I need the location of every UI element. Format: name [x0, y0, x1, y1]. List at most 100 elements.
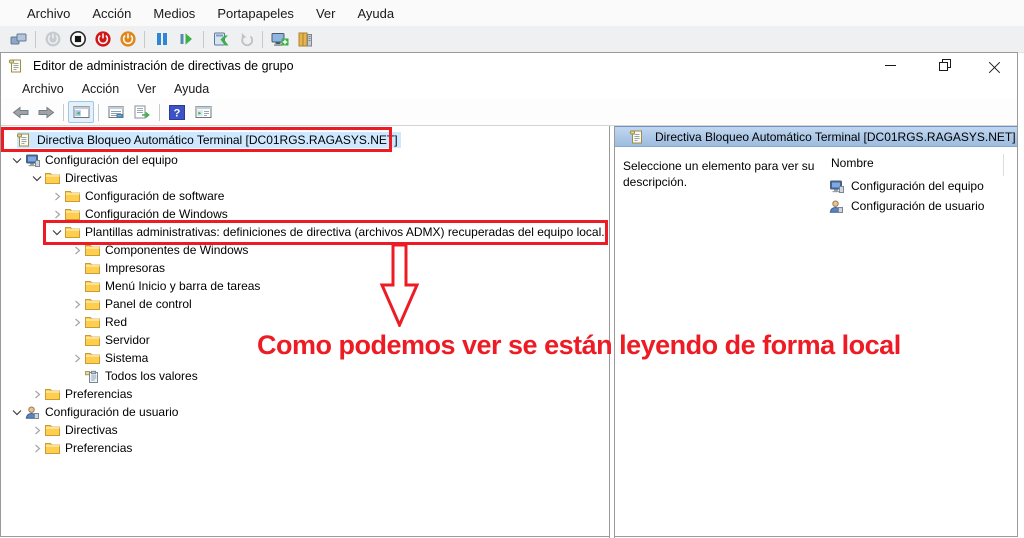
menu-item-ver[interactable]: Ver: [128, 82, 165, 96]
shutdown-icon[interactable]: [115, 28, 140, 50]
window-title: Editor de administración de directivas d…: [33, 58, 294, 73]
tree-item-content: Componentes de Windows: [85, 242, 251, 258]
restore-button[interactable]: [920, 53, 965, 78]
list-item[interactable]: Configuración de usuario: [829, 196, 984, 216]
ctrl-alt-del-icon[interactable]: [6, 28, 31, 50]
menu-item-medios[interactable]: Medios: [142, 0, 206, 26]
tree-item[interactable]: Red: [1, 313, 609, 331]
folder-icon: [85, 280, 102, 292]
menu-item-acción[interactable]: Acción: [73, 82, 129, 96]
tree-item[interactable]: Preferencias: [1, 385, 609, 403]
show-action-pane-icon[interactable]: [190, 101, 216, 123]
vm-menubar: Archivo Acción Medios Portapapeles Ver Ayuda: [0, 0, 1024, 26]
toolbar-separator: [262, 30, 263, 48]
menu-item-archivo[interactable]: Archivo: [13, 82, 73, 96]
menu-item-portapapeles[interactable]: Portapapeles: [206, 0, 305, 26]
chevron-down-icon[interactable]: [9, 408, 25, 417]
tree-item[interactable]: Sistema: [1, 349, 609, 367]
tree-item[interactable]: Configuración de Windows: [1, 205, 609, 223]
back-icon[interactable]: [7, 101, 33, 123]
menu-item-acción[interactable]: Acción: [81, 0, 142, 26]
tree-item[interactable]: Directiva Bloqueo Automático Terminal [D…: [1, 129, 609, 151]
tree-item[interactable]: Impresoras: [1, 259, 609, 277]
help-icon[interactable]: ?: [164, 101, 190, 123]
chevron-right-icon[interactable]: [69, 354, 85, 363]
folder-icon: [85, 352, 102, 364]
revert-icon: [233, 28, 258, 50]
chevron-right-icon[interactable]: [69, 318, 85, 327]
tree-item[interactable]: Preferencias: [1, 439, 609, 457]
export-list-icon[interactable]: [129, 101, 155, 123]
server-icon[interactable]: [292, 28, 317, 50]
tree-item[interactable]: Configuración de usuario: [1, 403, 609, 421]
chevron-down-icon[interactable]: [9, 156, 25, 165]
tree-item-content: Preferencias: [45, 386, 135, 402]
menu-item-ver[interactable]: Ver: [305, 0, 347, 26]
tree-item-label: Plantillas administrativas: definiciones…: [85, 225, 605, 239]
folder-icon: [85, 316, 102, 328]
tree-item[interactable]: Directivas: [1, 421, 609, 439]
checkpoint-icon[interactable]: [208, 28, 233, 50]
tree-item[interactable]: Plantillas administrativas: definiciones…: [1, 223, 609, 241]
tree-item[interactable]: Configuración del equipo: [1, 151, 609, 169]
tree-item-label: Menú Inicio y barra de tareas: [105, 279, 261, 293]
toolbar-separator: [98, 103, 99, 121]
properties-icon[interactable]: [103, 101, 129, 123]
chevron-right-icon[interactable]: [29, 444, 45, 453]
resume-icon[interactable]: [174, 28, 199, 50]
chevron-right-icon[interactable]: [69, 246, 85, 255]
tree-item-label: Red: [105, 315, 128, 329]
tree-item-content: Servidor: [85, 332, 153, 348]
column-header-nombre[interactable]: Nombre: [831, 156, 874, 170]
tree-item-label: Directiva Bloqueo Automático Terminal [D…: [37, 133, 398, 147]
stop-icon[interactable]: [65, 28, 90, 50]
minimize-button[interactable]: [868, 53, 913, 78]
tree-item[interactable]: Servidor: [1, 331, 609, 349]
tree-item[interactable]: Componentes de Windows: [1, 241, 609, 259]
turn-off-icon[interactable]: [90, 28, 115, 50]
forward-icon[interactable]: [33, 101, 59, 123]
start-icon: [40, 28, 65, 50]
tree-item[interactable]: Menú Inicio y barra de tareas: [1, 277, 609, 295]
computer-icon: [829, 180, 847, 193]
results-pane-header: Directiva Bloqueo Automático Terminal [D…: [615, 126, 1017, 147]
tree-item[interactable]: Directivas: [1, 169, 609, 187]
editor-titlebar[interactable]: Editor de administración de directivas d…: [1, 53, 1017, 78]
menu-item-archivo[interactable]: Archivo: [16, 0, 81, 26]
chevron-right-icon[interactable]: [29, 426, 45, 435]
chevron-right-icon[interactable]: [29, 390, 45, 399]
chevron-right-icon[interactable]: [49, 192, 65, 201]
editor-menubar: Archivo Acción Ver Ayuda: [1, 78, 1017, 99]
close-button[interactable]: [972, 53, 1017, 78]
pause-icon[interactable]: [149, 28, 174, 50]
chevron-right-icon[interactable]: [69, 300, 85, 309]
tree-item[interactable]: Configuración de software: [1, 187, 609, 205]
tree-item[interactable]: Panel de control: [1, 295, 609, 313]
tree-item-content: Panel de control: [85, 296, 195, 312]
menu-item-ayuda[interactable]: Ayuda: [346, 0, 405, 26]
tree-item-label: Sistema: [105, 351, 149, 365]
restore-icon: [938, 58, 951, 71]
tree-item-label: Preferencias: [65, 387, 133, 401]
menu-item-ayuda[interactable]: Ayuda: [165, 82, 218, 96]
console-tree-icon[interactable]: [68, 101, 94, 123]
list-item-label: Configuración del equipo: [851, 179, 984, 193]
folder-icon: [85, 298, 102, 310]
folder-icon: [65, 226, 82, 238]
list-item[interactable]: Configuración del equipo: [829, 176, 984, 196]
chevron-down-icon[interactable]: [49, 228, 65, 237]
enhanced-session-icon[interactable]: [267, 28, 292, 50]
chevron-down-icon[interactable]: [29, 174, 45, 183]
folder-icon: [85, 334, 102, 346]
user-icon: [829, 200, 847, 213]
chevron-right-icon[interactable]: [49, 210, 65, 219]
tree-item-content: Menú Inicio y barra de tareas: [85, 278, 263, 294]
all-values-icon: [85, 369, 102, 383]
folder-icon: [65, 190, 82, 202]
user-icon: [25, 406, 42, 419]
gpo-icon: [17, 133, 34, 147]
tree-item-content: Configuración de Windows: [65, 206, 231, 222]
tree-item-content: Preferencias: [45, 440, 135, 456]
column-separator[interactable]: [1003, 154, 1004, 176]
tree-item[interactable]: Todos los valores: [1, 367, 609, 385]
